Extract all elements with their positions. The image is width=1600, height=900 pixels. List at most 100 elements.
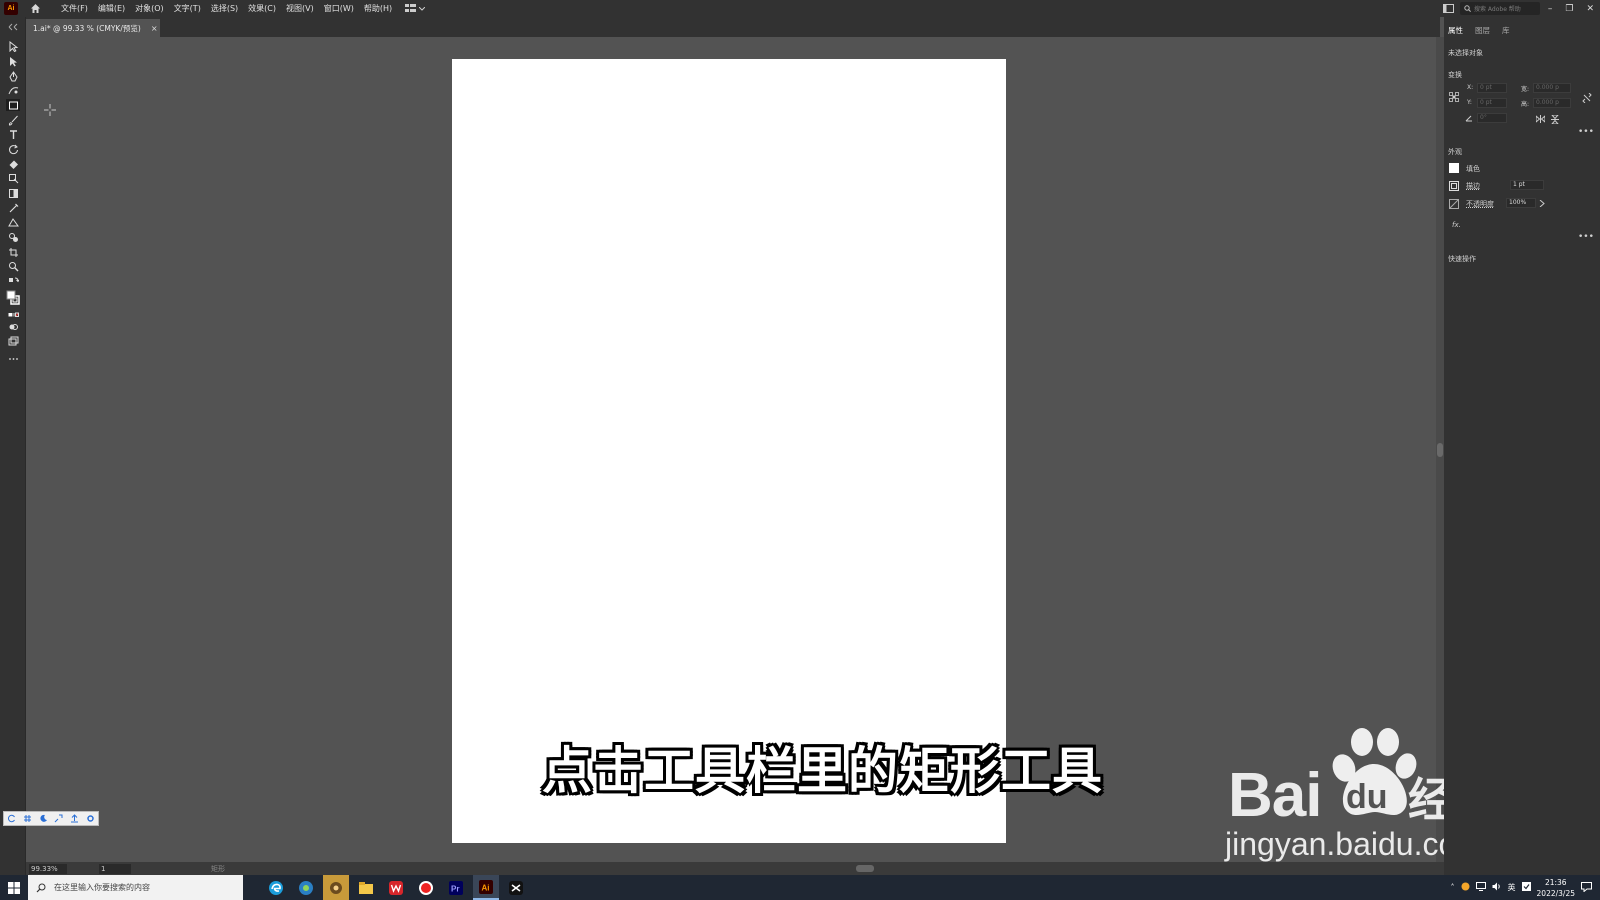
blend-tool-icon[interactable] [6, 216, 20, 228]
mini-grid-icon[interactable] [23, 814, 32, 823]
stroke-weight-field[interactable]: 1 pt [1510, 180, 1544, 190]
taskbar-capcut-icon[interactable] [503, 875, 529, 900]
transform-more-options[interactable]: ••• [1578, 127, 1594, 137]
gradient-tool-icon[interactable] [6, 187, 20, 199]
zoom-level-field[interactable]: 99.33% [29, 863, 67, 874]
type-tool-icon[interactable] [6, 128, 20, 140]
height-field[interactable]: 0.000 p [1533, 98, 1571, 108]
rotate-tool-icon[interactable] [6, 143, 20, 155]
menu-select[interactable]: 选择(S) [206, 0, 243, 17]
flip-horizontal-icon[interactable] [1536, 115, 1545, 123]
artboard-tool-icon[interactable] [6, 246, 20, 258]
menu-type[interactable]: 文字(T) [169, 0, 206, 17]
vertical-scroll-thumb[interactable] [1437, 443, 1443, 457]
drawing-mode-icon[interactable] [6, 321, 20, 333]
reference-point-icon[interactable] [1449, 92, 1459, 102]
mini-expand-icon[interactable] [54, 814, 63, 823]
taskbar-edge-beta-icon[interactable] [293, 875, 319, 900]
menu-object[interactable]: 对象(O) [130, 0, 169, 17]
taskbar-edge-icon[interactable] [263, 875, 289, 900]
menu-help[interactable]: 帮助(H) [359, 0, 397, 17]
tab-libraries[interactable]: 库 [1502, 25, 1510, 36]
taskbar-wps-icon[interactable] [383, 875, 409, 900]
selection-tool-icon[interactable] [6, 40, 20, 52]
tray-chevron-up-icon[interactable]: ˄ [1451, 883, 1455, 892]
eyedropper-tool-icon[interactable] [6, 202, 20, 214]
search-icon [1464, 5, 1471, 12]
arrange-documents-icon[interactable] [1443, 3, 1454, 14]
flip-vertical-icon[interactable] [1551, 115, 1559, 124]
menu-effect[interactable]: 效果(C) [243, 0, 281, 17]
tray-ime-indicator[interactable]: 英 [1508, 882, 1516, 893]
svg-text:Ai: Ai [482, 883, 490, 892]
angle-field[interactable]: 0° [1477, 113, 1507, 123]
eraser-tool-icon[interactable] [6, 158, 20, 170]
tab-properties[interactable]: 属性 [1448, 25, 1463, 36]
fill-swatch-icon[interactable] [1449, 163, 1459, 173]
horizontal-scroll-thumb[interactable] [856, 865, 874, 872]
menu-file[interactable]: 文件(F) [56, 0, 93, 17]
notification-center-icon[interactable] [1581, 881, 1592, 894]
menu-edit[interactable]: 编辑(E) [93, 0, 130, 17]
zoom-tool-icon[interactable] [6, 260, 20, 272]
width-field[interactable]: 0.000 p [1533, 83, 1571, 93]
chevron-right-icon[interactable] [1539, 200, 1545, 207]
paintbrush-tool-icon[interactable] [6, 114, 20, 126]
fill-stroke-swatch[interactable] [6, 289, 20, 307]
constrain-proportions-icon[interactable] [1582, 93, 1592, 103]
taskbar-clock[interactable]: 21:36 2022/3/25 [1537, 877, 1575, 899]
stroke-swatch-icon[interactable] [1449, 181, 1459, 191]
color-mode-icons[interactable] [6, 309, 20, 321]
direct-selection-tool-icon[interactable] [6, 55, 20, 67]
fx-effects-button[interactable]: fx. [1452, 221, 1461, 229]
taskbar-premiere-icon[interactable]: Pr [443, 875, 469, 900]
artboard[interactable] [452, 59, 1006, 843]
default-colors-icon[interactable] [6, 276, 20, 288]
help-search-input[interactable]: 搜索 Adobe 帮助 [1460, 2, 1540, 15]
document-tab[interactable]: 1.ai* @ 99.33 % (CMYK/预览) × [26, 19, 160, 37]
tray-volume-icon[interactable] [1492, 882, 1502, 893]
width-label: 宽: [1521, 86, 1530, 93]
taskbar-illustrator-icon[interactable]: Ai [473, 875, 499, 900]
x-field[interactable]: 0 pt [1477, 83, 1507, 93]
tray-network-icon[interactable] [1475, 882, 1486, 893]
taskbar-search-placeholder: 在这里输入你要搜索的内容 [54, 883, 150, 892]
edit-toolbar-icon[interactable] [6, 352, 20, 364]
menu-window[interactable]: 窗口(W) [319, 0, 359, 17]
mini-refresh-icon[interactable] [7, 814, 16, 823]
symbol-sprayer-tool-icon[interactable] [6, 231, 20, 243]
pen-tool-icon[interactable] [6, 70, 20, 82]
appearance-more-options[interactable]: ••• [1578, 232, 1594, 242]
curvature-tool-icon[interactable] [6, 84, 20, 96]
tab-layers[interactable]: 图层 [1475, 25, 1490, 36]
collapse-toolbar-icon[interactable] [6, 21, 20, 33]
y-field[interactable]: 0 pt [1477, 98, 1507, 108]
taskbar-recorder-icon[interactable] [413, 875, 439, 900]
screen-mode-icon[interactable] [6, 335, 20, 347]
artboard-number-field[interactable]: 1 [99, 863, 131, 874]
document-tab-bar: 1.ai* @ 99.33 % (CMYK/预览) × [26, 17, 1440, 37]
close-tab-icon[interactable]: × [151, 24, 158, 33]
tray-app-icon[interactable] [1461, 882, 1470, 893]
free-transform-tool-icon[interactable] [6, 172, 20, 184]
minimize-icon[interactable]: – [1548, 4, 1553, 14]
canvas-area[interactable]: 点击工具栏里的矩形工具 [26, 37, 1436, 862]
mini-settings-icon[interactable] [86, 814, 95, 823]
mini-upload-icon[interactable] [70, 814, 79, 823]
restore-icon[interactable]: ❐ [1565, 4, 1573, 14]
stroke-label[interactable]: 描边 [1466, 181, 1480, 191]
taskbar-media-app-icon[interactable] [323, 875, 349, 900]
close-icon[interactable]: ✕ [1586, 4, 1594, 14]
menu-view[interactable]: 视图(V) [281, 0, 319, 17]
tray-security-icon[interactable] [1521, 882, 1531, 893]
windows-start-button[interactable] [0, 875, 28, 900]
angle-icon [1465, 115, 1472, 122]
opacity-field[interactable]: 100% [1506, 198, 1536, 208]
mini-moon-icon[interactable] [39, 814, 48, 823]
home-icon[interactable] [28, 2, 42, 16]
taskbar-search-input[interactable]: 在这里输入你要搜索的内容 [28, 875, 243, 900]
workspace-switcher[interactable] [405, 4, 426, 13]
opacity-label[interactable]: 不透明度 [1466, 199, 1494, 209]
rectangle-tool-icon[interactable] [6, 99, 20, 111]
taskbar-file-explorer-icon[interactable] [353, 875, 379, 900]
